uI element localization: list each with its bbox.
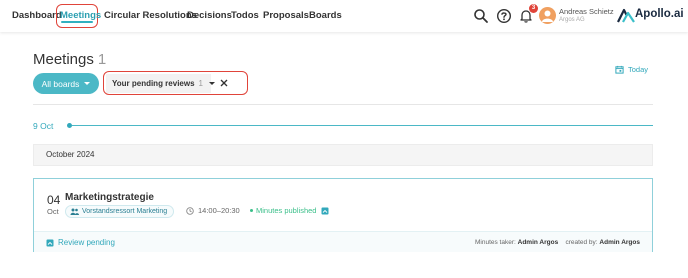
nav-meetings[interactable]: Meetings (60, 10, 101, 21)
nav-boards[interactable]: Boards (309, 10, 342, 21)
caret-down-icon (84, 82, 91, 85)
created-by-label: created by: (565, 239, 598, 246)
minutes-taker-name: Admin Argos (517, 239, 559, 246)
today-button[interactable]: Today (615, 65, 648, 74)
user-icon (542, 10, 553, 22)
nav-active-underline (61, 21, 93, 23)
pending-reviews-label: Your pending reviews (112, 79, 195, 88)
review-pending-label: Review pending (58, 238, 115, 247)
nav-circular-resolutions[interactable]: Circular Resolutions (104, 10, 197, 21)
board-name: Vorstandsressort Marketing (82, 208, 168, 215)
nav-todos[interactable]: Todos (231, 10, 259, 21)
board-badge: Vorstandsressort Marketing (65, 205, 175, 218)
help-icon[interactable] (496, 8, 512, 24)
created-by-name: Admin Argos (599, 239, 640, 246)
all-boards-label: All boards (41, 78, 80, 89)
search-icon[interactable] (473, 8, 489, 24)
timeline-date: 9 Oct (33, 121, 54, 131)
notification-badge: 3 (529, 4, 538, 13)
all-boards-dropdown[interactable]: All boards (33, 73, 99, 94)
minutes-taker-label: Minutes taker: (474, 239, 516, 246)
avatar[interactable] (539, 7, 556, 24)
meeting-card-footer: Review pending Minutes taker: Admin Argo… (34, 231, 652, 252)
timeline-line (72, 125, 653, 126)
page-title-text: Meetings (33, 51, 94, 68)
user-name[interactable]: Andreas Schietz (559, 7, 614, 16)
close-icon[interactable] (219, 78, 229, 88)
review-pending-link[interactable]: Review pending (46, 238, 115, 247)
document-icon[interactable] (321, 207, 329, 215)
meeting-time-text: 14:00–20:30 (198, 206, 240, 215)
meeting-meta: Minutes taker: Admin Argos created by: A… (475, 239, 640, 246)
apollo-logo-icon (617, 8, 635, 23)
people-icon (70, 208, 79, 215)
pending-reviews-filter[interactable]: Your pending reviews 1 (106, 74, 215, 93)
nav-dashboard[interactable]: Dashboard (12, 10, 62, 21)
review-icon (46, 239, 54, 246)
meeting-time: 14:00–20:30 (186, 206, 240, 215)
user-org: Argos AG (559, 17, 585, 23)
minutes-status: Minutes published (250, 206, 329, 215)
status-dot (250, 209, 253, 212)
minutes-status-text: Minutes published (256, 206, 317, 215)
pending-reviews-count: 1 (198, 79, 203, 88)
meeting-day: 04 (47, 193, 61, 207)
meetings-count: 1 (97, 51, 107, 68)
caret-down-icon (209, 82, 215, 85)
meeting-card[interactable]: 04 Oct Marketingstrategie Vorstandsresso… (33, 178, 653, 252)
clock-icon (186, 206, 194, 215)
nav-proposals[interactable]: Proposals (263, 10, 309, 21)
nav-decisions[interactable]: Decisions (187, 10, 232, 21)
calendar-icon (615, 65, 624, 74)
today-label: Today (628, 65, 649, 74)
top-nav: Dashboard Meetings Circular Resolutions … (0, 0, 688, 32)
month-header: October 2024 (33, 144, 653, 166)
meeting-month: Oct (47, 207, 59, 216)
logo-text: Apollo.ai (635, 8, 684, 20)
page-title: Meetings 1 (33, 51, 106, 68)
header-divider (33, 104, 653, 105)
meeting-title[interactable]: Marketingstrategie (65, 192, 154, 203)
